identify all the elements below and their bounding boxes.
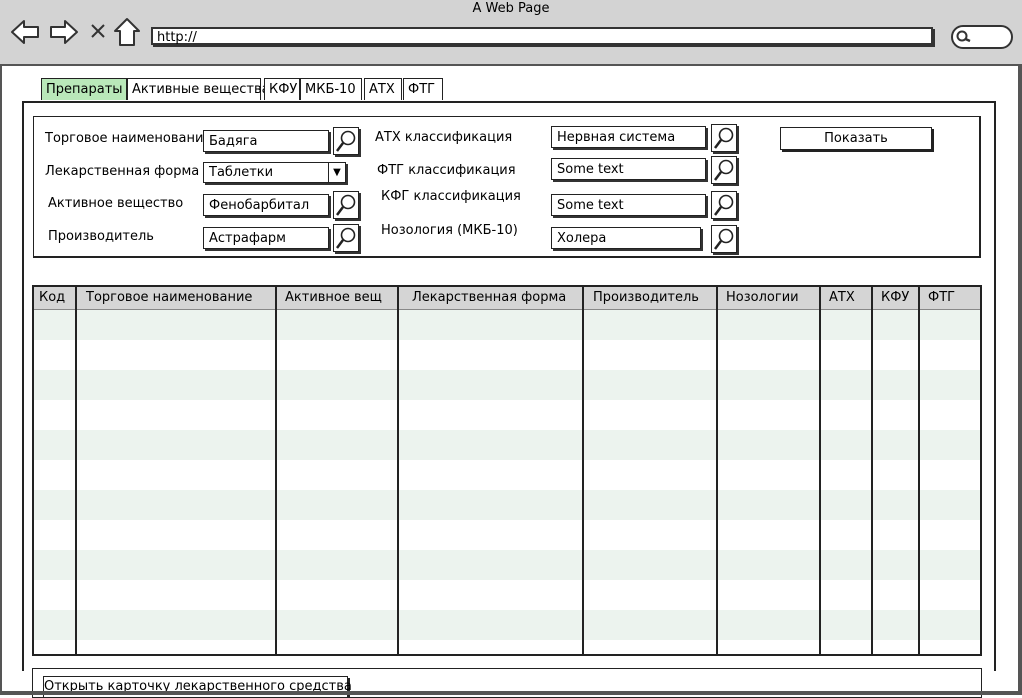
kfg-label: КФГ классификация — [381, 189, 521, 204]
ftg-field[interactable]: Some text — [551, 158, 706, 180]
search-icon — [956, 30, 971, 43]
manufacturer-label: Производитель — [48, 229, 154, 244]
table-row[interactable] — [34, 310, 980, 340]
trade-name-search-button[interactable] — [333, 127, 359, 155]
nosology-field[interactable]: Холера — [551, 227, 701, 249]
manufacturer-field[interactable]: Астрафарм — [203, 227, 329, 249]
tab-mkb10[interactable]: МКБ-10 — [300, 78, 362, 100]
column-divider — [918, 287, 920, 654]
results-table[interactable]: Код Торговое наименование Активное вещ Л… — [32, 285, 982, 656]
url-input[interactable]: http:// — [151, 27, 933, 45]
active-substance-field[interactable]: Фенобарбитал — [203, 194, 329, 216]
magnifier-icon — [336, 227, 356, 249]
column-divider — [75, 287, 77, 654]
dosage-form-select[interactable]: Таблетки ▼ — [203, 162, 346, 183]
active-substance-search-button[interactable] — [333, 191, 359, 219]
column-header-code[interactable]: Код — [34, 287, 65, 309]
magnifier-icon — [336, 130, 356, 152]
table-row[interactable] — [34, 490, 980, 520]
column-header-ftg[interactable]: ФТГ — [923, 287, 955, 309]
dosage-form-value: Таблетки — [209, 165, 274, 180]
close-icon[interactable] — [90, 23, 106, 39]
column-divider — [819, 287, 821, 654]
column-header-active-substance[interactable]: Активное вещ — [280, 287, 382, 309]
browser-search-box[interactable] — [951, 25, 1013, 49]
table-row[interactable] — [34, 550, 980, 580]
back-arrow-icon[interactable] — [10, 19, 40, 45]
home-icon[interactable] — [113, 17, 141, 47]
tab-preparations[interactable]: Препараты — [41, 78, 127, 100]
column-divider — [582, 287, 584, 654]
table-row[interactable] — [34, 370, 980, 400]
column-header-kfu[interactable]: КФУ — [876, 287, 909, 309]
window-frame-right — [1018, 64, 1022, 695]
manufacturer-search-button[interactable] — [333, 224, 359, 252]
ftg-search-button[interactable] — [711, 156, 737, 184]
kfg-field[interactable]: Some text — [551, 194, 706, 216]
column-header-nosologies[interactable]: Нозологии — [721, 287, 799, 309]
window-frame-left — [0, 64, 2, 695]
nosology-label: Нозология (МКБ-10) — [381, 223, 518, 238]
tab-kfu[interactable]: КФУ — [264, 78, 300, 100]
atc-label: АТХ классификация — [375, 130, 513, 145]
dosage-form-label: Лекарственная форма — [45, 164, 200, 179]
trade-name-field[interactable]: Бадяга — [203, 130, 329, 152]
column-header-dosage-form[interactable]: Лекарственная форма — [407, 287, 566, 309]
active-substance-label: Активное вещество — [48, 196, 184, 211]
column-header-trade-name[interactable]: Торговое наименование — [81, 287, 252, 309]
magnifier-icon — [714, 228, 734, 250]
tab-ftg[interactable]: ФТГ — [403, 78, 443, 100]
magnifier-icon — [714, 127, 734, 149]
column-header-atc[interactable]: АТХ — [824, 287, 855, 309]
table-row[interactable] — [34, 610, 980, 640]
kfg-search-button[interactable] — [711, 191, 737, 219]
nosology-search-button[interactable] — [711, 225, 737, 253]
window-title: A Web Page — [472, 1, 550, 16]
column-divider — [716, 287, 718, 654]
show-button[interactable]: Показать — [780, 127, 932, 150]
forward-arrow-icon[interactable] — [49, 19, 79, 45]
window-frame-bottom — [0, 691, 1022, 695]
atc-field[interactable]: Нервная система — [551, 126, 706, 148]
table-row[interactable] — [34, 430, 980, 460]
tab-active-substances[interactable]: Активные вещества — [127, 78, 270, 100]
chevron-down-icon[interactable]: ▼ — [328, 163, 345, 182]
ftg-label: ФТГ классификация — [377, 163, 516, 178]
column-divider — [871, 287, 873, 654]
column-header-manufacturer[interactable]: Производитель — [588, 287, 699, 309]
trade-name-label: Торговое наименование — [45, 131, 212, 146]
magnifier-icon — [336, 194, 356, 216]
column-divider — [397, 287, 399, 654]
magnifier-icon — [714, 159, 734, 181]
tab-atc[interactable]: АТХ — [364, 78, 402, 100]
magnifier-icon — [714, 194, 734, 216]
table-header: Код Торговое наименование Активное вещ Л… — [34, 287, 980, 310]
column-divider — [275, 287, 277, 654]
atc-search-button[interactable] — [711, 124, 737, 152]
